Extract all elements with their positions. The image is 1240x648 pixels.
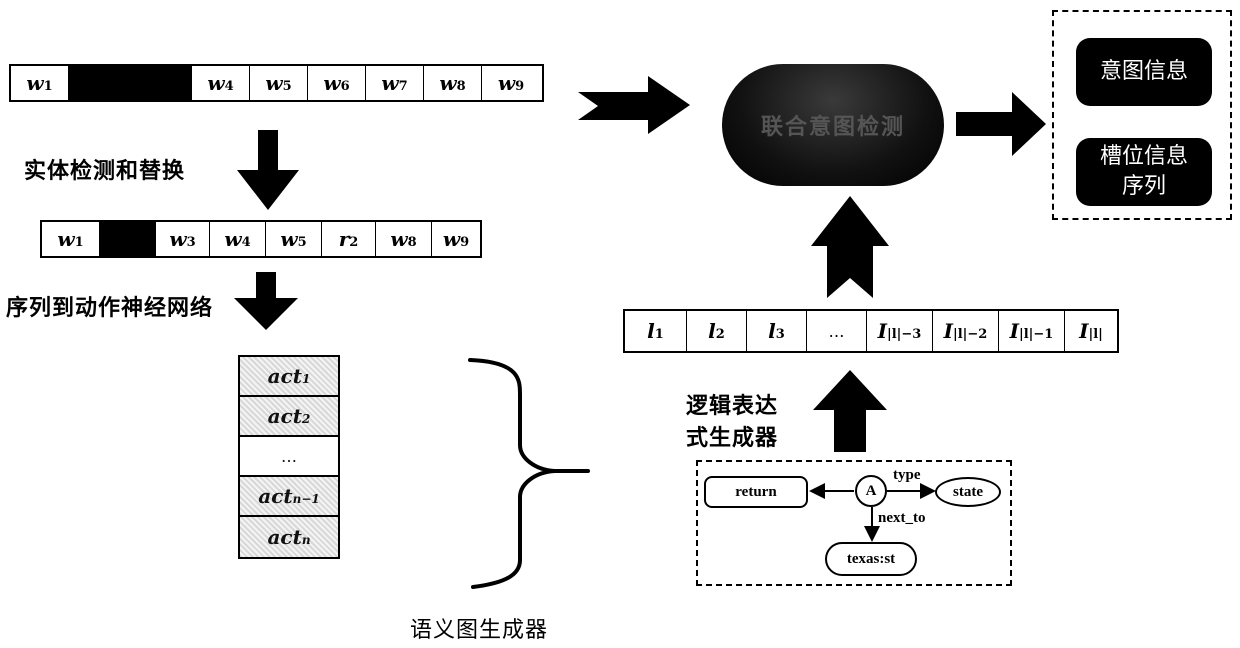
up-arrow-to-logic	[813, 370, 887, 452]
action-item: act n−1	[240, 477, 338, 517]
token-cell: w6	[308, 66, 366, 100]
token-cell: w8	[424, 66, 482, 100]
edge-label-next-to: next_to	[878, 510, 926, 526]
graph-node-state: state	[935, 477, 1001, 507]
token-cell: w3	[156, 222, 210, 256]
token-cell: w1	[42, 222, 100, 256]
token-cell: w5	[250, 66, 308, 100]
intent-output: 意图信息	[1076, 38, 1212, 106]
logic-ellipsis-cell: …	[807, 311, 867, 351]
up-arrow-to-joint	[811, 196, 889, 298]
joint-detection-module: 联合意图检测	[722, 64, 944, 186]
down-arrow-entity	[237, 130, 299, 210]
logic-cell: I |l|−2	[933, 311, 999, 351]
action-item: act 1	[240, 357, 338, 397]
logic-cell: l2	[687, 311, 747, 351]
token-cell: w1	[11, 66, 69, 100]
token-cell: w9	[442, 227, 470, 251]
semantic-graph-generator-label: 语义图生成器	[410, 618, 549, 643]
graph-node-texas: texas:st	[825, 542, 917, 576]
seq2action-label: 序列到动作神经网络	[6, 296, 214, 321]
action-ellipsis: …	[240, 437, 338, 477]
action-sequence-stack: act 1 act 2 … act n−1 act n	[238, 355, 340, 559]
logic-cell: l3	[747, 311, 807, 351]
replaced-entity-cell: r2	[322, 222, 376, 256]
logic-cell: I |l|	[1079, 319, 1103, 343]
logic-generator-label-line1: 逻辑表达	[686, 394, 779, 419]
right-arrow-to-output	[956, 92, 1046, 156]
token-cell: w5	[266, 222, 322, 256]
token-cell: w7	[366, 66, 424, 100]
logic-generator-label-line2: 式生成器	[686, 426, 779, 451]
logic-expression-sequence: l1 l2 l3 … I |l|−3 I |l|−2 I |l|−1 I |l|	[623, 309, 1119, 353]
action-item: act 2	[240, 397, 338, 437]
logic-cell: I |l|−3	[867, 311, 933, 351]
graph-node-A: A	[855, 475, 887, 507]
curly-brace	[468, 358, 590, 589]
right-arrow-to-joint	[578, 76, 690, 134]
token-cell: w8	[376, 222, 432, 256]
output-group: 意图信息 槽位信息 序列	[1052, 10, 1232, 220]
input-word-sequence: w1 w4 w5 w6 w7 w8 w9	[9, 64, 544, 102]
token-cell: w9	[497, 71, 525, 95]
graph-node-return: return	[704, 476, 808, 508]
entity-detection-label: 实体检测和替换	[24, 159, 186, 184]
masked-token-cell	[100, 222, 156, 256]
logic-cell: I |l|−1	[999, 311, 1065, 351]
down-arrow-seq2action	[234, 272, 298, 330]
action-item: act n	[240, 517, 338, 557]
token-cell: w4	[210, 222, 266, 256]
joint-detection-label: 联合意图检测	[760, 115, 905, 140]
slot-output: 槽位信息 序列	[1076, 138, 1212, 206]
replaced-word-sequence: w1 w3 w4 w5 r2 w8 w9	[40, 220, 482, 258]
edge-label-type: type	[893, 467, 921, 483]
token-cell: w4	[192, 66, 250, 100]
logic-cell: l1	[625, 311, 687, 351]
masked-token-cell	[69, 66, 192, 100]
